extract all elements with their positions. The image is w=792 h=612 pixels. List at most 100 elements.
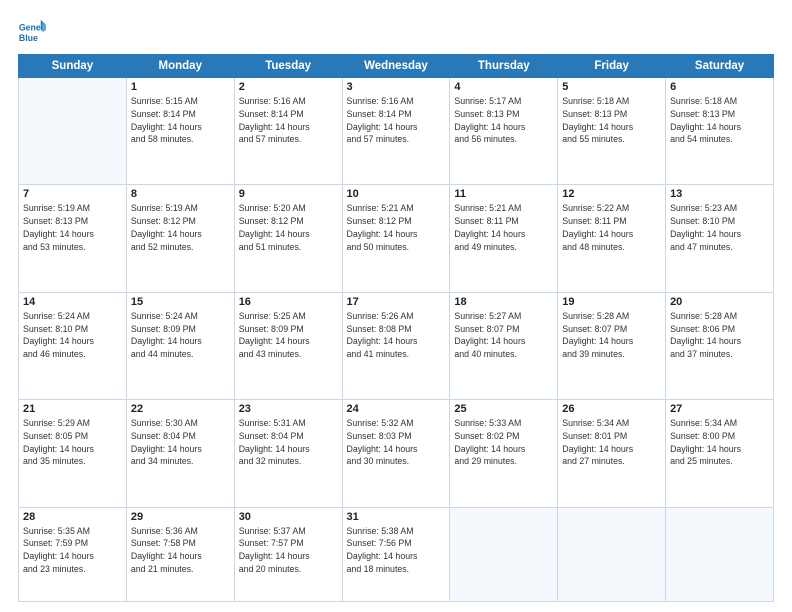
sunset-line: Sunset: 8:14 PM bbox=[131, 108, 230, 121]
sunset-line: Sunset: 8:07 PM bbox=[562, 323, 661, 336]
sunrise-line: Sunrise: 5:29 AM bbox=[23, 417, 122, 430]
sunset-line: Sunset: 8:11 PM bbox=[454, 215, 553, 228]
sunrise-line: Sunrise: 5:16 AM bbox=[239, 95, 338, 108]
day-number: 25 bbox=[454, 403, 553, 415]
sunrise-line: Sunrise: 5:20 AM bbox=[239, 202, 338, 215]
sunrise-line: Sunrise: 5:22 AM bbox=[562, 202, 661, 215]
sunrise-line: Sunrise: 5:28 AM bbox=[562, 310, 661, 323]
calendar-cell-19: 19Sunrise: 5:28 AMSunset: 8:07 PMDayligh… bbox=[558, 292, 666, 399]
sunset-line: Sunset: 7:56 PM bbox=[347, 537, 446, 550]
day-number: 11 bbox=[454, 188, 553, 200]
week-row-2: 7Sunrise: 5:19 AMSunset: 8:13 PMDaylight… bbox=[19, 185, 774, 292]
daylight2-line: and 56 minutes. bbox=[454, 133, 553, 146]
calendar-cell-16: 16Sunrise: 5:25 AMSunset: 8:09 PMDayligh… bbox=[234, 292, 342, 399]
day-number: 14 bbox=[23, 296, 122, 308]
logo: General Blue bbox=[18, 18, 50, 46]
day-of-week-row: SundayMondayTuesdayWednesdayThursdayFrid… bbox=[19, 55, 774, 78]
sunrise-line: Sunrise: 5:23 AM bbox=[670, 202, 769, 215]
daylight2-line: and 51 minutes. bbox=[239, 241, 338, 254]
calendar-cell-empty bbox=[558, 507, 666, 601]
daylight-line: Daylight: 14 hours bbox=[239, 550, 338, 563]
sunset-line: Sunset: 8:01 PM bbox=[562, 430, 661, 443]
sunrise-line: Sunrise: 5:33 AM bbox=[454, 417, 553, 430]
daylight-line: Daylight: 14 hours bbox=[23, 443, 122, 456]
day-number: 4 bbox=[454, 81, 553, 93]
sunset-line: Sunset: 8:00 PM bbox=[670, 430, 769, 443]
daylight-line: Daylight: 14 hours bbox=[562, 121, 661, 134]
calendar-cell-9: 9Sunrise: 5:20 AMSunset: 8:12 PMDaylight… bbox=[234, 185, 342, 292]
daylight2-line: and 50 minutes. bbox=[347, 241, 446, 254]
daylight2-line: and 29 minutes. bbox=[454, 455, 553, 468]
daylight-line: Daylight: 14 hours bbox=[131, 228, 230, 241]
daylight2-line: and 48 minutes. bbox=[562, 241, 661, 254]
daylight2-line: and 57 minutes. bbox=[347, 133, 446, 146]
daylight2-line: and 25 minutes. bbox=[670, 455, 769, 468]
calendar-cell-24: 24Sunrise: 5:32 AMSunset: 8:03 PMDayligh… bbox=[342, 400, 450, 507]
sunset-line: Sunset: 8:03 PM bbox=[347, 430, 446, 443]
calendar-cell-28: 28Sunrise: 5:35 AMSunset: 7:59 PMDayligh… bbox=[19, 507, 127, 601]
calendar-cell-22: 22Sunrise: 5:30 AMSunset: 8:04 PMDayligh… bbox=[126, 400, 234, 507]
sunrise-line: Sunrise: 5:28 AM bbox=[670, 310, 769, 323]
daylight-line: Daylight: 14 hours bbox=[347, 443, 446, 456]
calendar-cell-5: 5Sunrise: 5:18 AMSunset: 8:13 PMDaylight… bbox=[558, 78, 666, 185]
day-number: 2 bbox=[239, 81, 338, 93]
calendar-cell-21: 21Sunrise: 5:29 AMSunset: 8:05 PMDayligh… bbox=[19, 400, 127, 507]
calendar-cell-1: 1Sunrise: 5:15 AMSunset: 8:14 PMDaylight… bbox=[126, 78, 234, 185]
sunset-line: Sunset: 8:08 PM bbox=[347, 323, 446, 336]
daylight-line: Daylight: 14 hours bbox=[454, 121, 553, 134]
sunrise-line: Sunrise: 5:21 AM bbox=[347, 202, 446, 215]
sunrise-line: Sunrise: 5:34 AM bbox=[562, 417, 661, 430]
daylight-line: Daylight: 14 hours bbox=[23, 228, 122, 241]
sunset-line: Sunset: 8:12 PM bbox=[347, 215, 446, 228]
daylight2-line: and 44 minutes. bbox=[131, 348, 230, 361]
daylight2-line: and 35 minutes. bbox=[23, 455, 122, 468]
sunset-line: Sunset: 8:02 PM bbox=[454, 430, 553, 443]
daylight2-line: and 55 minutes. bbox=[562, 133, 661, 146]
day-number: 19 bbox=[562, 296, 661, 308]
daylight2-line: and 41 minutes. bbox=[347, 348, 446, 361]
daylight2-line: and 43 minutes. bbox=[239, 348, 338, 361]
sunset-line: Sunset: 8:11 PM bbox=[562, 215, 661, 228]
daylight-line: Daylight: 14 hours bbox=[454, 443, 553, 456]
calendar-cell-12: 12 Sunrise: 5:22 AMSunset: 8:11 PMDayligh… bbox=[558, 185, 666, 292]
calendar-cell-27: 27Sunrise: 5:34 AMSunset: 8:00 PMDayligh… bbox=[666, 400, 774, 507]
daylight2-line: and 47 minutes. bbox=[670, 241, 769, 254]
daylight-line: Daylight: 14 hours bbox=[670, 335, 769, 348]
sunrise-line: Sunrise: 5:38 AM bbox=[347, 525, 446, 538]
day-number: 20 bbox=[670, 296, 769, 308]
calendar-cell-11: 11Sunrise: 5:21 AMSunset: 8:11 PMDayligh… bbox=[450, 185, 558, 292]
daylight-line: Daylight: 14 hours bbox=[670, 443, 769, 456]
sunrise-line: Sunrise: 5:25 AM bbox=[239, 310, 338, 323]
daylight-line: Daylight: 14 hours bbox=[454, 228, 553, 241]
day-number: 21 bbox=[23, 403, 122, 415]
calendar-cell-4: 4Sunrise: 5:17 AMSunset: 8:13 PMDaylight… bbox=[450, 78, 558, 185]
sunrise-line: Sunrise: 5:31 AM bbox=[239, 417, 338, 430]
sunset-line: Sunset: 8:10 PM bbox=[670, 215, 769, 228]
daylight-line: Daylight: 14 hours bbox=[131, 550, 230, 563]
daylight-line: Daylight: 14 hours bbox=[347, 228, 446, 241]
calendar-cell-25: 25 Sunrise: 5:33 AMSunset: 8:02 PMDayligh… bbox=[450, 400, 558, 507]
day-number: 22 bbox=[131, 403, 230, 415]
daylight-line: Daylight: 14 hours bbox=[562, 228, 661, 241]
sunset-line: Sunset: 8:14 PM bbox=[239, 108, 338, 121]
daylight2-line: and 53 minutes. bbox=[23, 241, 122, 254]
sunset-line: Sunset: 8:12 PM bbox=[239, 215, 338, 228]
day-number: 23 bbox=[239, 403, 338, 415]
day-number: 29 bbox=[131, 511, 230, 523]
calendar-cell-6: 6Sunrise: 5:18 AMSunset: 8:13 PMDaylight… bbox=[666, 78, 774, 185]
sunset-line: Sunset: 8:13 PM bbox=[670, 108, 769, 121]
day-number: 5 bbox=[562, 81, 661, 93]
daylight-line: Daylight: 14 hours bbox=[239, 443, 338, 456]
logo-icon: General Blue bbox=[18, 18, 46, 46]
daylight-line: Daylight: 14 hours bbox=[562, 443, 661, 456]
calendar: SundayMondayTuesdayWednesdayThursdayFrid… bbox=[18, 54, 774, 602]
dow-header-saturday: Saturday bbox=[666, 55, 774, 78]
sunset-line: Sunset: 8:04 PM bbox=[239, 430, 338, 443]
sunset-line: Sunset: 8:14 PM bbox=[347, 108, 446, 121]
daylight-line: Daylight: 14 hours bbox=[347, 335, 446, 348]
day-number: 12 bbox=[562, 188, 661, 200]
daylight2-line: and 18 minutes. bbox=[347, 563, 446, 576]
sunset-line: Sunset: 8:09 PM bbox=[239, 323, 338, 336]
sunset-line: Sunset: 8:06 PM bbox=[670, 323, 769, 336]
daylight-line: Daylight: 14 hours bbox=[239, 335, 338, 348]
